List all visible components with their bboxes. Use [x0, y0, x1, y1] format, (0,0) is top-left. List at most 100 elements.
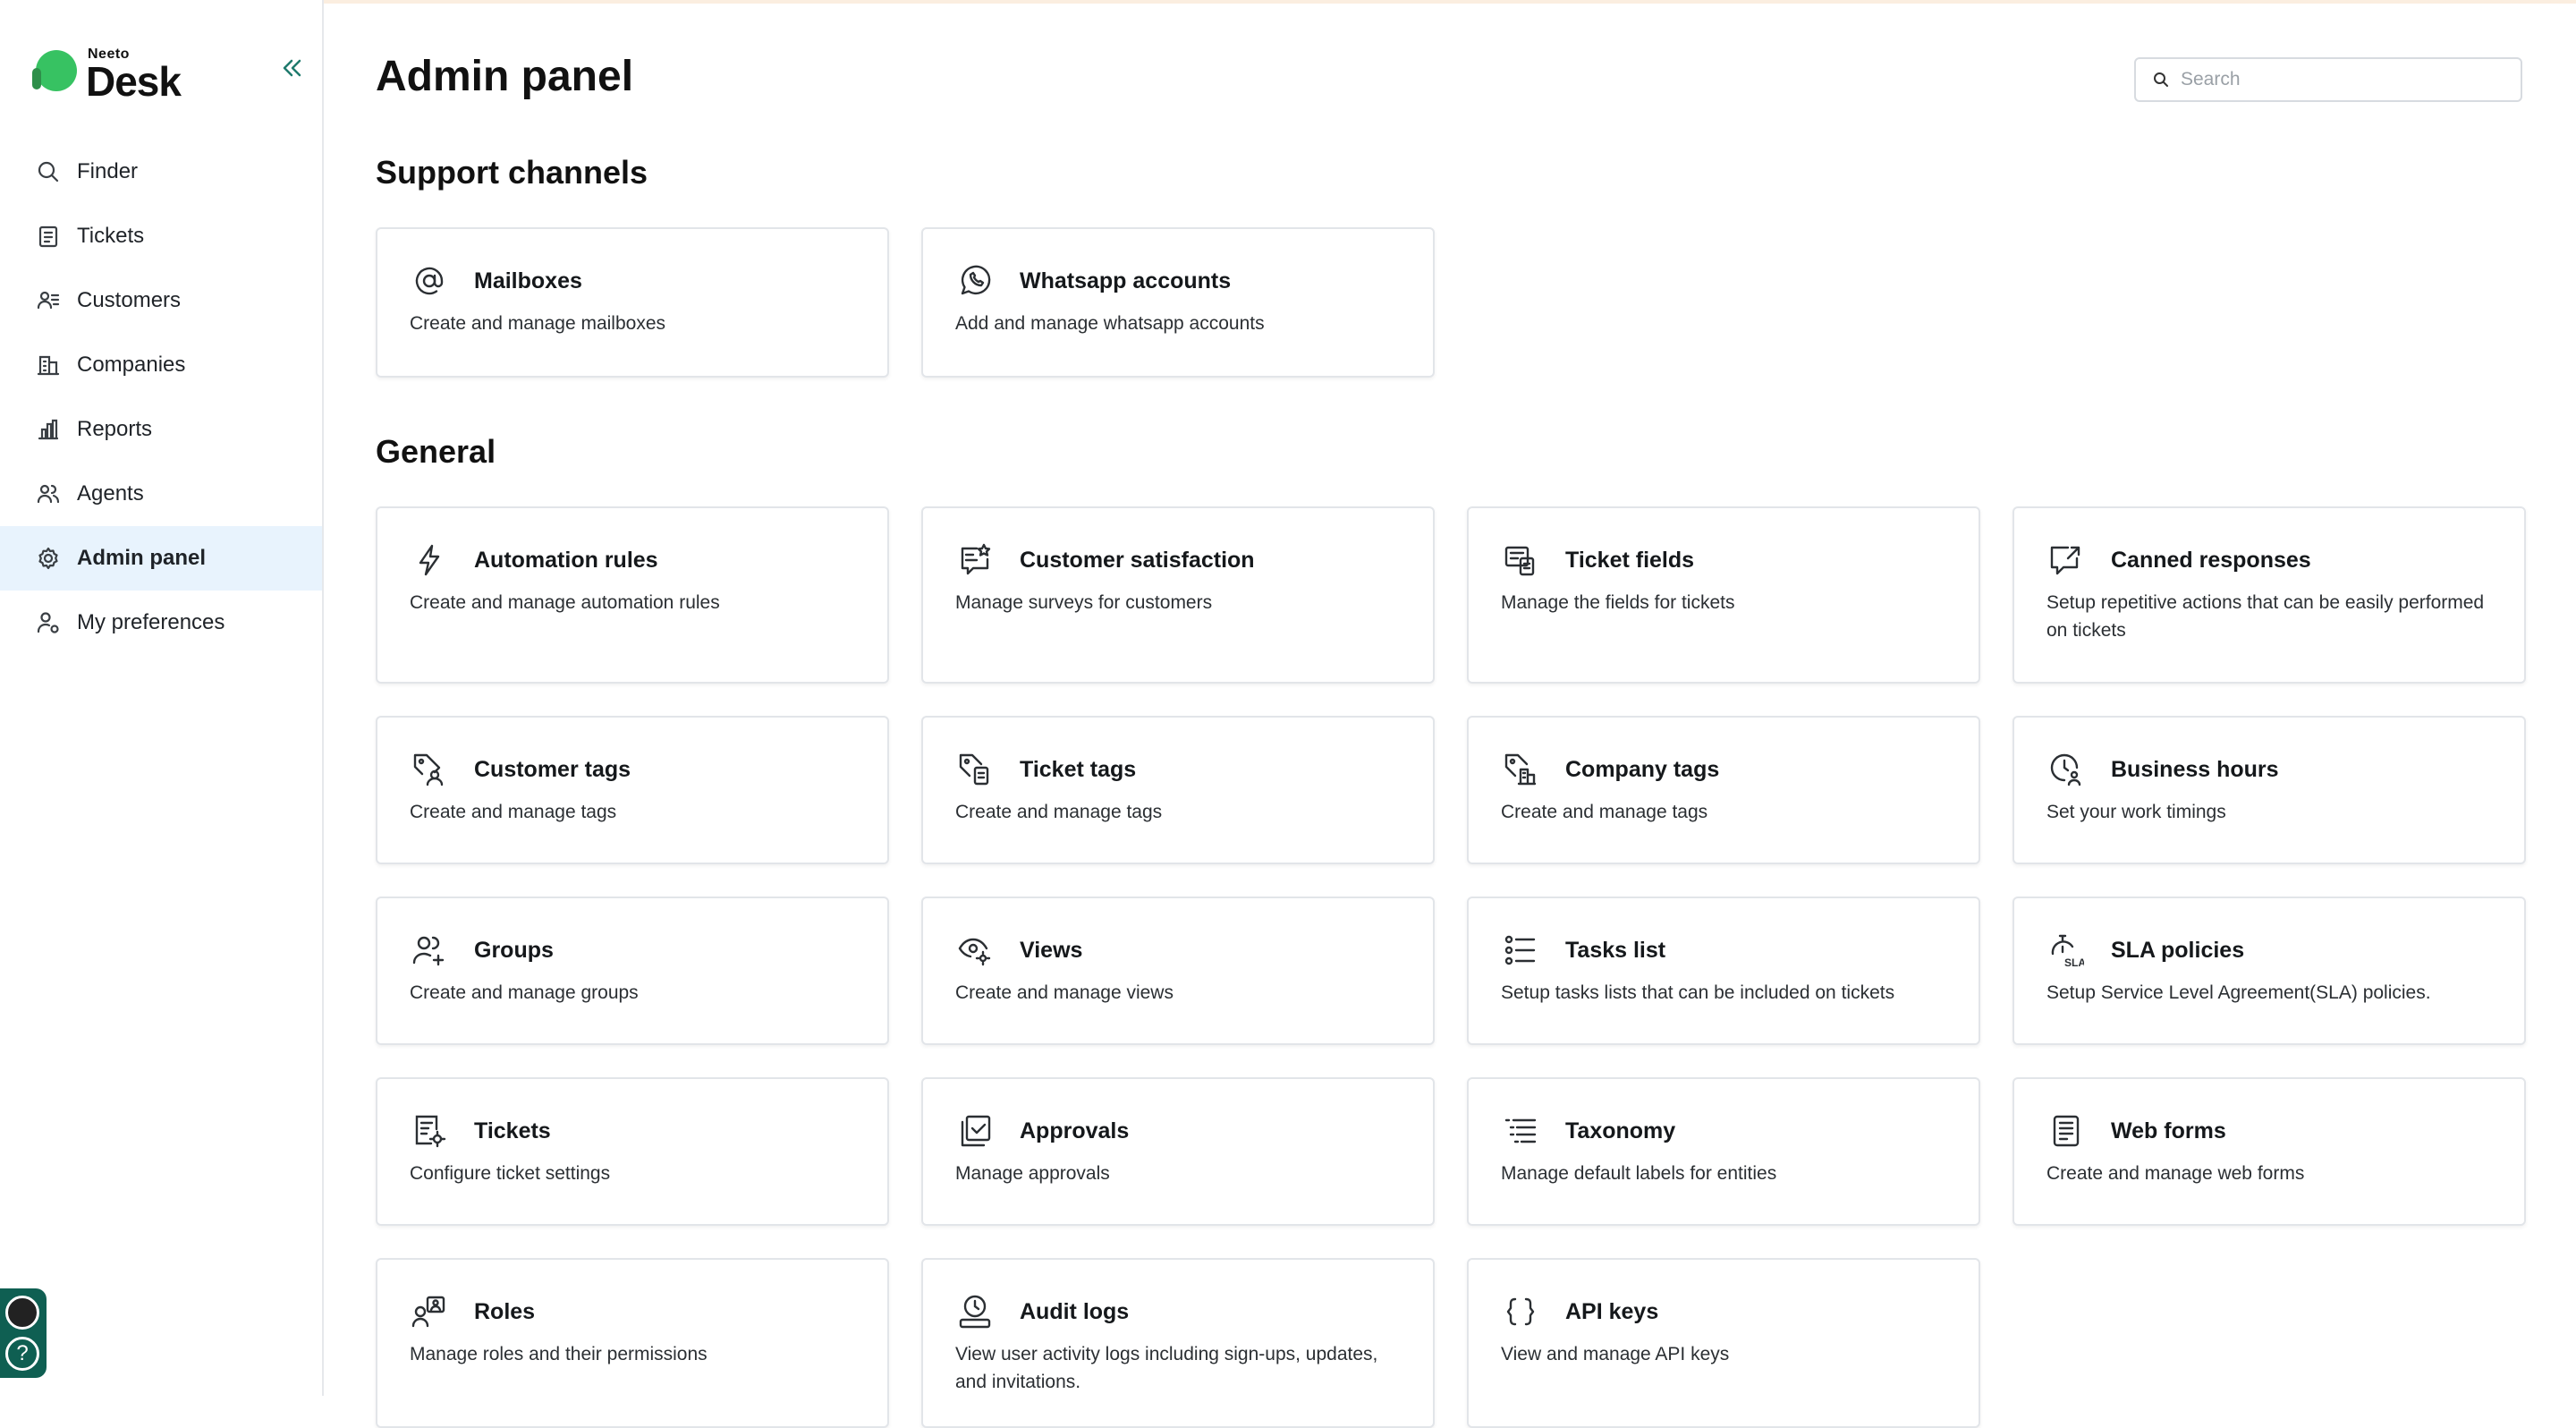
sidebar-item-label: Finder: [77, 159, 139, 183]
sidebar-item-tickets[interactable]: Tickets: [0, 204, 322, 268]
card-audit-logs[interactable]: Audit logs View user activity logs inclu…: [921, 1258, 1435, 1428]
card-title: Business hours: [2111, 756, 2279, 782]
card-description: Manage the fields for tickets: [1501, 592, 1735, 613]
card-title: Canned responses: [2111, 547, 2311, 573]
card-customer-tags[interactable]: Customer tags Create and manage tags: [376, 716, 889, 864]
card-web-forms[interactable]: Web forms Create and manage web forms: [2012, 1077, 2526, 1226]
card-views[interactable]: Views Create and manage views: [921, 897, 1435, 1045]
card-customer-satisfaction[interactable]: Customer satisfaction Manage surveys for…: [921, 506, 1435, 684]
card-description: Manage surveys for customers: [955, 592, 1213, 613]
card-description: Add and manage whatsapp accounts: [955, 313, 1265, 334]
survey-star-icon: [955, 540, 995, 580]
app-logo[interactable]: Neeto Desk: [32, 45, 215, 105]
card-title: API keys: [1565, 1298, 1659, 1324]
card-sla-policies[interactable]: SLA SLA policies Setup Service Level Agr…: [2012, 897, 2526, 1045]
card-description: Manage approvals: [955, 1163, 1110, 1184]
card-api-keys[interactable]: API keys View and manage API keys: [1467, 1258, 1980, 1428]
search-icon: [34, 157, 63, 186]
agents-icon: [34, 480, 63, 508]
card-description: Create and manage automation rules: [410, 592, 720, 613]
search-input[interactable]: [2181, 69, 2521, 90]
sidebar-item-label: Tickets: [77, 224, 145, 248]
sidebar-item-my-preferences[interactable]: My preferences: [0, 591, 322, 655]
reports-icon: [34, 415, 63, 444]
card-title: Mailboxes: [474, 268, 582, 293]
sla-timer-icon: SLA: [2046, 931, 2086, 970]
ticket-fields-icon: [1501, 540, 1540, 580]
card-approvals[interactable]: Approvals Manage approvals: [921, 1077, 1435, 1226]
tickets-icon: [34, 222, 63, 251]
web-form-icon: [2046, 1111, 2086, 1151]
whatsapp-icon: [955, 261, 995, 301]
card-tasks-list[interactable]: Tasks list Setup tasks lists that can be…: [1467, 897, 1980, 1045]
sidebar: Neeto Desk Finder Tickets Customers Comp…: [0, 0, 324, 1396]
card-description: Set your work timings: [2046, 802, 2226, 822]
at-sign-icon: [410, 261, 449, 301]
user-settings-icon: [34, 608, 63, 637]
roles-icon: [410, 1292, 449, 1331]
taxonomy-icon: [1501, 1111, 1540, 1151]
sidebar-item-label: Reports: [77, 417, 153, 441]
sidebar-item-companies[interactable]: Companies: [0, 333, 322, 397]
section-title-general: General: [376, 433, 496, 470]
group-add-icon: [410, 931, 449, 970]
card-description: Create and manage groups: [410, 982, 639, 1003]
sidebar-item-label: Companies: [77, 353, 186, 377]
sidebar-item-reports[interactable]: Reports: [0, 397, 322, 462]
card-description: Manage default labels for entities: [1501, 1163, 1777, 1184]
sidebar-item-admin-panel[interactable]: Admin panel: [0, 526, 322, 591]
profile-dock: ?: [0, 1288, 47, 1378]
card-title: SLA policies: [2111, 937, 2245, 963]
card-business-hours[interactable]: Business hours Set your work timings: [2012, 716, 2526, 864]
card-ticket-fields[interactable]: Ticket fields Manage the fields for tick…: [1467, 506, 1980, 684]
task-list-icon: [1501, 931, 1540, 970]
card-title: Tickets: [474, 1118, 551, 1143]
lightning-icon: [410, 540, 449, 580]
card-title: Audit logs: [1020, 1298, 1130, 1324]
company-tag-icon: [1501, 750, 1540, 789]
card-automation-rules[interactable]: Automation rules Create and manage autom…: [376, 506, 889, 684]
card-description: Create and manage web forms: [2046, 1163, 2305, 1184]
approval-check-icon: [955, 1111, 995, 1151]
help-icon[interactable]: ?: [5, 1337, 39, 1371]
card-whatsapp-accounts[interactable]: Whatsapp accounts Add and manage whatsap…: [921, 227, 1435, 378]
card-ticket-tags[interactable]: Ticket tags Create and manage tags: [921, 716, 1435, 864]
card-groups[interactable]: Groups Create and manage groups: [376, 897, 889, 1045]
customers-icon: [34, 286, 63, 315]
ticket-tag-icon: [955, 750, 995, 789]
card-title: Web forms: [2111, 1118, 2226, 1143]
card-description: View user activity logs including sign-u…: [955, 1344, 1378, 1392]
sidebar-item-agents[interactable]: Agents: [0, 462, 322, 526]
card-description: Setup repetitive actions that can be eas…: [2046, 592, 2485, 641]
search-box[interactable]: [2134, 57, 2522, 102]
card-tickets-settings[interactable]: Tickets Configure ticket settings: [376, 1077, 889, 1226]
card-roles[interactable]: Roles Manage roles and their permissions: [376, 1258, 889, 1428]
search-icon: [2154, 72, 2168, 87]
avatar[interactable]: [5, 1296, 39, 1330]
card-mailboxes[interactable]: Mailboxes Create and manage mailboxes: [376, 227, 889, 378]
card-title: Ticket fields: [1565, 547, 1695, 573]
card-title: Tasks list: [1565, 937, 1666, 963]
card-title: Views: [1020, 937, 1083, 963]
audit-log-icon: [955, 1292, 995, 1331]
companies-icon: [34, 351, 63, 379]
page-title: Admin panel: [376, 53, 634, 100]
sidebar-item-finder[interactable]: Finder: [0, 140, 322, 204]
logo-mark-icon: [32, 50, 77, 91]
sidebar-item-label: Agents: [77, 481, 144, 506]
card-description: Create and manage mailboxes: [410, 313, 666, 334]
sidebar-nav: Finder Tickets Customers Companies Repor…: [0, 140, 322, 655]
main-content: Admin panel Support channels Mailboxes C…: [376, 0, 2526, 1428]
card-title: Ticket tags: [1020, 756, 1137, 782]
card-description: Create and manage views: [955, 982, 1174, 1003]
card-title: Company tags: [1565, 756, 1720, 782]
sidebar-item-customers[interactable]: Customers: [0, 268, 322, 333]
card-taxonomy[interactable]: Taxonomy Manage default labels for entit…: [1467, 1077, 1980, 1226]
card-company-tags[interactable]: Company tags Create and manage tags: [1467, 716, 1980, 864]
collapse-sidebar-button[interactable]: [277, 54, 306, 82]
canned-response-icon: [2046, 540, 2086, 580]
eye-gear-icon: [955, 931, 995, 970]
card-title: Approvals: [1020, 1118, 1130, 1143]
card-canned-responses[interactable]: Canned responses Setup repetitive action…: [2012, 506, 2526, 684]
card-title: Automation rules: [474, 547, 658, 573]
